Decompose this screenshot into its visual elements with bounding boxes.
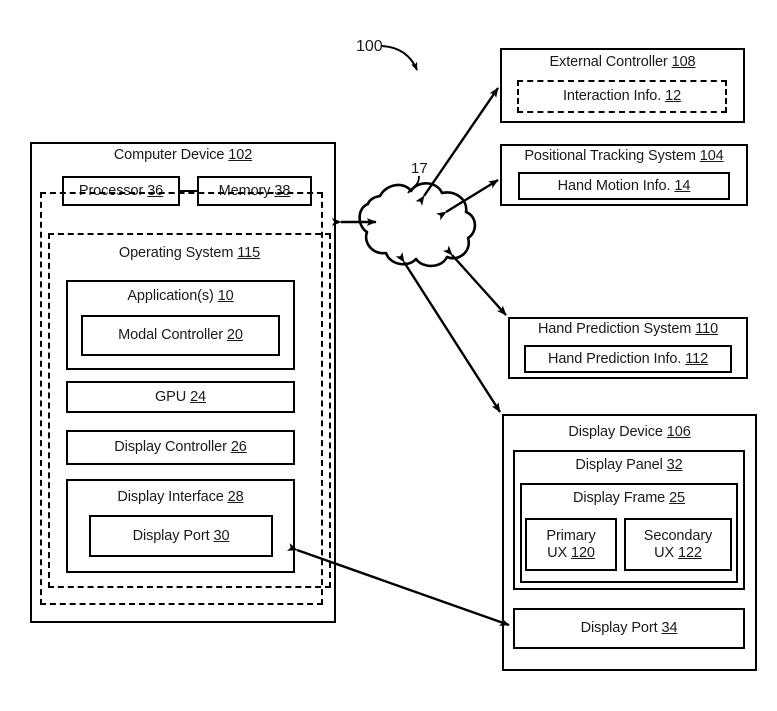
secondary-ux-label: Secondary UX 122 bbox=[624, 518, 732, 571]
operating-system-ref: 115 bbox=[237, 245, 261, 261]
applications-title-text: Application(s) bbox=[127, 288, 214, 304]
display-port-34-label: Display Port 34 bbox=[513, 608, 745, 649]
display-port-30-title: Display Port bbox=[132, 527, 210, 544]
figure-ref-pointer-arrow bbox=[381, 45, 418, 71]
display-panel-ref: 32 bbox=[666, 457, 683, 473]
hand-motion-info-title: Hand Motion Info. bbox=[557, 177, 671, 194]
primary-ux-ref: 120 bbox=[570, 544, 595, 561]
display-frame-ref: 25 bbox=[669, 490, 686, 506]
hand-prediction-info-ref: 112 bbox=[685, 350, 709, 367]
hand-motion-info-ref: 14 bbox=[674, 177, 691, 194]
modal-controller-label: Modal Controller 20 bbox=[81, 315, 280, 356]
interaction-info-label: Interaction Info. 12 bbox=[517, 80, 727, 113]
gpu-label: GPU 24 bbox=[66, 381, 295, 413]
positional-tracking-system-title-text: Positional Tracking System bbox=[524, 148, 696, 164]
display-port-34-title: Display Port bbox=[580, 620, 658, 636]
gpu-title: GPU bbox=[155, 388, 187, 405]
computer-device-title: Computer Device 102 bbox=[30, 147, 336, 164]
secondary-ux-ref: 122 bbox=[677, 544, 702, 561]
display-device-title-text: Display Device bbox=[568, 424, 663, 440]
network-label: Network bbox=[380, 215, 460, 232]
applications-ref: 10 bbox=[217, 288, 234, 304]
gpu-ref: 24 bbox=[190, 388, 206, 405]
display-panel-title-text: Display Panel bbox=[575, 457, 663, 473]
interaction-info-title: Interaction Info. bbox=[562, 88, 662, 104]
primary-ux-label: Primary UX 120 bbox=[525, 518, 617, 571]
computer-device-ref: 102 bbox=[228, 147, 253, 163]
hand-prediction-info-label: Hand Prediction Info. 112 bbox=[524, 345, 732, 373]
hand-motion-info-label: Hand Motion Info. 14 bbox=[518, 172, 730, 200]
display-panel-title: Display Panel 32 bbox=[513, 457, 745, 474]
operating-system-title-text: Operating System bbox=[118, 245, 234, 261]
modal-controller-title: Modal Controller bbox=[118, 327, 223, 343]
display-frame-title-text: Display Frame bbox=[572, 490, 666, 506]
network-label-text: Network bbox=[393, 215, 447, 231]
display-frame-title: Display Frame 25 bbox=[520, 490, 738, 507]
patent-figure: 100 Computer Device 102 Processor 36 Mem… bbox=[0, 0, 777, 711]
computer-device-title-text: Computer Device bbox=[113, 147, 225, 163]
primary-ux-line2: UX bbox=[547, 544, 568, 561]
display-device-ref: 106 bbox=[666, 424, 691, 440]
display-port-30-label: Display Port 30 bbox=[89, 515, 273, 557]
display-interface-title-text: Display Interface bbox=[117, 489, 224, 505]
positional-tracking-system-ref: 104 bbox=[699, 148, 724, 164]
arrow-network-display-device bbox=[395, 252, 502, 413]
display-controller-title: Display Controller bbox=[114, 439, 227, 455]
arrow-network-positional-tracking-system bbox=[436, 178, 499, 221]
figure-ref-100: 100 bbox=[356, 38, 383, 55]
arrow-network-external-controller bbox=[415, 87, 499, 206]
interaction-info-ref: 12 bbox=[665, 88, 682, 104]
external-controller-title-text: External Controller bbox=[549, 54, 668, 70]
arrow-network-hand-prediction-system bbox=[442, 245, 507, 316]
network-ref-leader bbox=[407, 175, 420, 194]
network-ref-17: 17 bbox=[411, 160, 428, 177]
secondary-ux-line2: UX bbox=[654, 544, 675, 561]
display-interface-title: Display Interface 28 bbox=[66, 489, 295, 506]
secondary-ux-line1: Secondary bbox=[643, 527, 713, 544]
positional-tracking-system-title: Positional Tracking System 104 bbox=[500, 148, 748, 165]
external-controller-title: External Controller 108 bbox=[500, 54, 745, 71]
hand-prediction-system-ref: 110 bbox=[695, 321, 719, 337]
display-controller-label: Display Controller 26 bbox=[66, 430, 295, 465]
operating-system-title: Operating System 115 bbox=[48, 245, 331, 262]
hand-prediction-system-title-text: Hand Prediction System bbox=[537, 321, 692, 337]
external-controller-ref: 108 bbox=[671, 54, 696, 70]
display-interface-ref: 28 bbox=[227, 489, 244, 505]
hand-prediction-system-title: Hand Prediction System 110 bbox=[508, 321, 748, 338]
primary-ux-line1: Primary bbox=[546, 527, 596, 544]
display-controller-ref: 26 bbox=[230, 439, 247, 455]
applications-title: Application(s) 10 bbox=[66, 288, 295, 305]
display-port-34-ref: 34 bbox=[661, 620, 678, 636]
hand-prediction-info-title: Hand Prediction Info. bbox=[547, 350, 682, 367]
display-port-30-ref: 30 bbox=[213, 527, 230, 544]
modal-controller-ref: 20 bbox=[226, 327, 243, 343]
display-device-title: Display Device 106 bbox=[502, 424, 757, 441]
